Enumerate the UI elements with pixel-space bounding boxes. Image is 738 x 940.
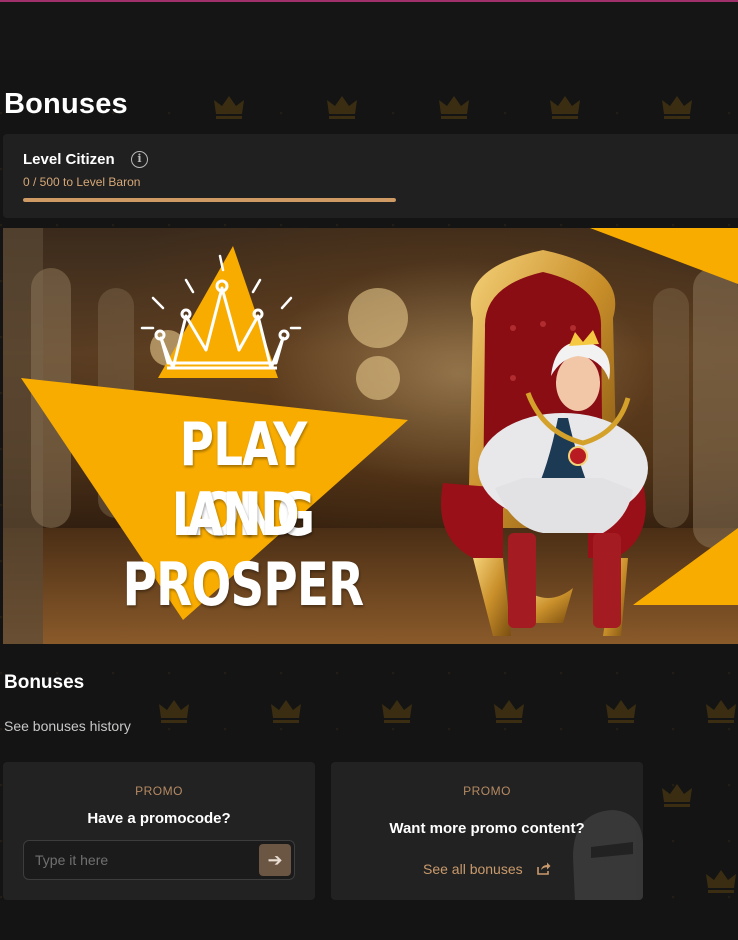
crown-pattern-icon [325,94,359,120]
level-card: Level Citizen i 0 / 500 to Level Baron [3,134,738,218]
bonuses-section-title: Bonuses [4,672,85,693]
knight-helmet-icon [573,810,643,900]
promo-banner[interactable]: PLAY LONG AND PROSPER [3,228,738,644]
promo-eyebrow: PROMO [135,784,183,798]
crown-pattern-icon [380,698,414,724]
bonuses-history-link[interactable]: See bonuses history [4,718,131,734]
info-icon[interactable]: i [131,151,148,168]
see-all-bonuses-link[interactable]: See all bonuses [423,861,523,877]
crown-pattern-icon [269,698,303,724]
page-title: Bonuses [4,88,128,120]
promocode-card: PROMO Have a promocode? ➔ [3,762,315,900]
crown-pattern-icon [660,94,694,120]
crown-pattern-icon [212,94,246,120]
bonuses-page: Bonuses Level Citizen i 0 / 500 to Level… [0,0,738,940]
crown-pattern-icon [437,94,471,120]
promocode-submit-button[interactable]: ➔ [259,844,291,876]
promocode-input[interactable] [24,841,254,879]
promocode-heading: Have a promocode? [87,810,231,827]
promo-eyebrow: PROMO [463,784,511,798]
crown-pattern-icon [604,698,638,724]
crown-pattern-icon [704,698,738,724]
level-progress-fill [23,198,396,202]
share-icon[interactable] [537,862,551,875]
level-progress-bar [23,198,396,202]
top-bar [0,2,738,60]
crown-pattern-icon [492,698,526,724]
crown-pattern-icon [660,782,694,808]
crown-pattern-icon [157,698,191,724]
promocode-field: ➔ [23,840,295,880]
crown-pattern-icon [548,94,582,120]
banner-headline-line2: AND PROSPER [122,480,364,620]
promo-content-card: PROMO Want more promo content? See all b… [331,762,643,900]
arrow-right-icon: ➔ [267,850,283,870]
crown-pattern-icon [704,868,738,894]
level-progress-text: 0 / 500 to Level Baron [23,175,141,189]
promo-content-heading: Want more promo content? [389,820,585,837]
level-name: Level Citizen [23,151,115,168]
